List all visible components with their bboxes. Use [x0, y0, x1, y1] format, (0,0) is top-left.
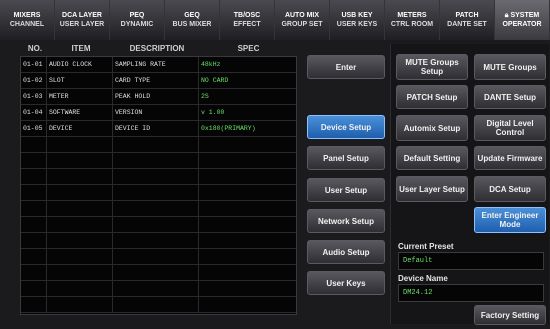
- tab-patch-dante-set[interactable]: PATCH DANTE SET: [440, 0, 495, 40]
- device-setup-button[interactable]: Device Setup: [307, 115, 385, 139]
- cell-item: SLOT: [47, 73, 113, 88]
- table-row-empty: [21, 169, 296, 185]
- cell-spec: 2S: [201, 93, 209, 100]
- tab-label-1: USB KEY: [341, 12, 373, 19]
- tab-label-1: AUTO MIX: [284, 12, 320, 19]
- cell-no: 01-01: [21, 57, 47, 72]
- cell-item: SOFTWARE: [47, 105, 113, 120]
- cell-description: PEAK HOLD: [113, 89, 199, 104]
- table-row[interactable]: 01-05 DEVICE DEVICE ID 0x180(PRIMARY): [21, 121, 296, 137]
- tab-meters-ctrl-room[interactable]: METERS CTRL ROOM: [385, 0, 440, 40]
- table-row-empty: [21, 233, 296, 249]
- lock-icon: 🔒︎: [504, 12, 509, 19]
- factory-setting-button[interactable]: Factory Setting: [474, 305, 546, 325]
- col-spec-header: SPEC: [237, 44, 260, 53]
- cell-no: 01-05: [21, 121, 47, 136]
- tab-geq-bus-mixer[interactable]: GEQ BUS MIXER: [165, 0, 220, 40]
- tab-peq-dynamic[interactable]: PEQ DYNAMIC: [110, 0, 165, 40]
- mute-groups-setup-button[interactable]: MUTE Groups Setup: [396, 54, 468, 80]
- audio-setup-button[interactable]: Audio Setup: [307, 240, 385, 264]
- tab-label-2: USER KEYS: [336, 21, 378, 28]
- table-row-empty: [21, 265, 296, 281]
- tab-label-2: CTRL ROOM: [390, 21, 434, 28]
- automix-setup-button[interactable]: Automix Setup: [396, 115, 468, 141]
- device-name-label: Device Name: [398, 274, 448, 283]
- user-keys-button[interactable]: User Keys: [307, 271, 385, 295]
- tab-label-1: DCA LAYER: [62, 12, 102, 19]
- tab-label-2: USER LAYER: [59, 21, 105, 28]
- tab-label-2: DANTE SET: [447, 21, 487, 28]
- cell-no: 01-04: [21, 105, 47, 120]
- table-row-empty: [21, 153, 296, 169]
- tab-mixers-channel[interactable]: MIXERS CHANNEL: [0, 0, 55, 40]
- table-row[interactable]: 01-04 SOFTWARE VERSION v 1.00: [21, 105, 296, 121]
- network-setup-button[interactable]: Network Setup: [307, 209, 385, 233]
- table-row[interactable]: 01-03 METER PEAK HOLD 2S: [21, 89, 296, 105]
- tab-label-1: TB/OSC: [233, 12, 261, 19]
- tab-tb-osc-effect[interactable]: TB/OSC EFFECT: [220, 0, 275, 40]
- tab-automix-group-set[interactable]: AUTO MIX GROUP SET: [275, 0, 330, 40]
- tab-label-1: GEQ: [184, 12, 200, 19]
- table-row-empty: [21, 297, 296, 313]
- update-firmware-button[interactable]: Update Firmware: [474, 146, 546, 170]
- table-row[interactable]: 01-01 AUDIO CLOCK SAMPLING RATE 48kHz: [21, 57, 296, 73]
- tab-label-2: EFFECT: [233, 21, 261, 28]
- user-layer-setup-button[interactable]: User Layer Setup: [396, 176, 468, 202]
- panel-setup-button[interactable]: Panel Setup: [307, 146, 385, 170]
- table-row-empty: [21, 217, 296, 233]
- cell-description: SAMPLING RATE: [113, 57, 199, 72]
- col-no-header: NO.: [27, 44, 43, 53]
- cell-no: 01-03: [21, 89, 47, 104]
- tab-label-1: 🔒︎ SYSTEM: [504, 12, 540, 19]
- digital-level-control-button[interactable]: Digital Level Control: [474, 115, 546, 141]
- tab-label-1: METERS: [397, 12, 427, 19]
- cell-item: DEVICE: [47, 121, 113, 136]
- cell-spec: NO CARD: [201, 77, 229, 84]
- cell-description: CARD TYPE: [113, 73, 199, 88]
- cell-description: DEVICE ID: [113, 121, 199, 136]
- cell-item: AUDIO CLOCK: [47, 57, 113, 72]
- tab-system-operator[interactable]: 🔒︎ SYSTEM OPERATOR: [495, 0, 550, 40]
- dca-setup-button[interactable]: DCA Setup: [474, 176, 546, 202]
- current-preset-label: Current Preset: [398, 242, 454, 251]
- tab-usb-key-user-keys[interactable]: USB KEY USER KEYS: [330, 0, 385, 40]
- tab-label-1: PATCH: [455, 12, 479, 19]
- table-row-empty: [21, 201, 296, 217]
- cell-item: METER: [47, 89, 113, 104]
- tab-dca-user-layer[interactable]: DCA LAYER USER LAYER: [55, 0, 110, 40]
- top-tab-bar: MIXERS CHANNEL DCA LAYER USER LAYER PEQ DYN…: [0, 0, 550, 41]
- enter-button[interactable]: Enter: [307, 55, 385, 79]
- table-row-empty: [21, 249, 296, 265]
- enter-engineer-mode-button[interactable]: Enter Engineer Mode: [474, 207, 546, 233]
- tab-label-2: DYNAMIC: [120, 21, 154, 28]
- table-row[interactable]: 01-02 SLOT CARD TYPE NO CARD: [21, 73, 296, 89]
- tab-label-1: MIXERS: [13, 12, 41, 19]
- tab-label-2: BUS MIXER: [172, 21, 212, 28]
- table-row-empty: [21, 185, 296, 201]
- dante-setup-button[interactable]: DANTE Setup: [474, 85, 546, 109]
- tab-label-2: GROUP SET: [281, 21, 323, 28]
- tab-label-2: CHANNEL: [9, 21, 45, 28]
- tab-label-2: OPERATOR: [502, 21, 542, 28]
- col-item-header: ITEM: [71, 44, 91, 53]
- tab-label-1: PEQ: [129, 12, 145, 19]
- current-preset-field: Default: [398, 252, 544, 270]
- system-info-table: 01-01 AUDIO CLOCK SAMPLING RATE 48kHz 01…: [20, 56, 297, 315]
- cell-description: VERSION: [113, 105, 199, 120]
- table-row-empty: [21, 281, 296, 297]
- cell-no: 01-02: [21, 73, 47, 88]
- mute-groups-button[interactable]: MUTE Groups: [474, 54, 546, 80]
- cell-spec: v 1.00: [201, 109, 225, 116]
- cell-spec: 0x180(PRIMARY): [201, 125, 256, 132]
- table-header: NO. ITEM DESCRIPTION SPEC: [22, 44, 298, 56]
- cell-spec: 48kHz: [201, 61, 221, 68]
- user-setup-button[interactable]: User Setup: [307, 178, 385, 202]
- device-name-field[interactable]: DM24.12: [398, 284, 544, 302]
- table-row-empty: [21, 137, 296, 153]
- col-description-header: DESCRIPTION: [129, 44, 185, 53]
- default-setting-button[interactable]: Default Setting: [396, 146, 468, 170]
- patch-setup-button[interactable]: PATCH Setup: [396, 85, 468, 109]
